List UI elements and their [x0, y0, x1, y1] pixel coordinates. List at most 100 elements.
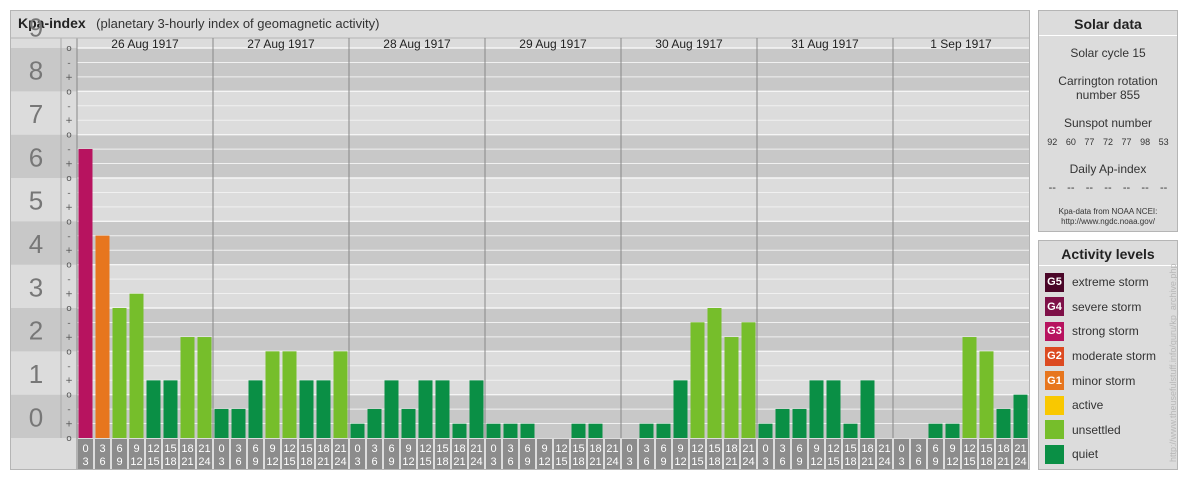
activity-levels-panel: Activity levels G5 extreme storm G4 severe …: [1038, 240, 1178, 470]
interval-start-label: 9: [677, 443, 683, 455]
kp-bar: [741, 322, 756, 438]
y-subtick-label: o: [66, 87, 72, 97]
interval-start-label: 21: [742, 443, 754, 455]
interval-start-label: 18: [589, 443, 601, 455]
interval-start-label: 12: [419, 443, 431, 455]
solar-cycle: Solar cycle 15: [1070, 46, 1146, 60]
activity-level-item: G5 extreme storm: [1039, 270, 1177, 295]
activity-level-label: unsettled: [1072, 422, 1121, 437]
interval-start-label: 15: [844, 443, 856, 455]
interval-end-label: 15: [419, 456, 431, 468]
activity-level-swatch: G5: [1045, 272, 1064, 292]
kp-bar: [299, 380, 314, 438]
y-subtick-label: +: [65, 203, 73, 213]
interval-end-label: 3: [490, 456, 496, 468]
interval-start-label: 21: [878, 443, 890, 455]
kp-bar: [520, 423, 535, 438]
activity-level-swatch: G1: [1045, 371, 1064, 391]
kp-bar: [1013, 394, 1028, 438]
interval-start-label: 12: [147, 443, 159, 455]
y-tick-label: 8: [29, 56, 43, 86]
kp-bar: [571, 423, 586, 438]
ap-index-value: --: [1085, 182, 1094, 194]
activity-level-swatch: [1045, 420, 1064, 440]
day-label: 30 Aug 1917: [655, 37, 723, 51]
sunspot-value: 60: [1065, 137, 1076, 147]
interval-end-label: 3: [82, 456, 88, 468]
y-subtick-label: o: [66, 391, 72, 401]
sunspot-value: 92: [1047, 137, 1058, 147]
y-subtick-label: o: [66, 217, 72, 227]
kp-bar: [486, 423, 501, 438]
day-label: 26 Aug 1917: [111, 37, 179, 51]
kp-bar: [469, 380, 484, 438]
y-subtick-label: +: [65, 376, 73, 386]
interval-start-label: 18: [453, 443, 465, 455]
interval-end-label: 9: [524, 456, 530, 468]
kp-bar: [384, 380, 399, 438]
kp-band: [11, 221, 1029, 265]
y-subtick-label: o: [66, 347, 72, 357]
interval-start-label: 0: [762, 443, 768, 455]
kp-bar: [690, 322, 705, 438]
kp-bar: [673, 380, 688, 438]
y-tick-label: 7: [29, 99, 43, 129]
interval-end-label: 12: [266, 456, 278, 468]
interval-end-label: 3: [762, 456, 768, 468]
kp-bar: [707, 308, 722, 438]
interval-start-label: 9: [541, 443, 547, 455]
interval-end-label: 9: [116, 456, 122, 468]
kp-bar: [350, 423, 365, 438]
interval-start-label: 3: [99, 443, 105, 455]
interval-end-label: 18: [572, 456, 584, 468]
y-subtick-label: -: [67, 318, 70, 328]
interval-start-label: 6: [660, 443, 666, 455]
kp-bar: [197, 337, 212, 438]
sunspot-values: 92 60 77 72 77 98 53: [1039, 137, 1177, 147]
day-label: 29 Aug 1917: [519, 37, 587, 51]
sunspot-value: 77: [1121, 137, 1132, 147]
interval-end-label: 18: [708, 456, 720, 468]
interval-start-label: 6: [252, 443, 258, 455]
day-label: 27 Aug 1917: [247, 37, 315, 51]
interval-end-label: 6: [371, 456, 377, 468]
interval-start-label: 0: [490, 443, 496, 455]
interval-start-label: 0: [898, 443, 904, 455]
interval-start-label: 21: [198, 443, 210, 455]
day-label: 1 Sep 1917: [930, 37, 992, 51]
kp-bar: [809, 380, 824, 438]
kp-bar: [163, 380, 178, 438]
kp-bar: [996, 408, 1011, 438]
kp-band: [11, 178, 1029, 222]
activity-level-item: G2 moderate storm: [1039, 344, 1177, 369]
y-subtick-label: +: [65, 116, 73, 126]
interval-start-label: 3: [643, 443, 649, 455]
kp-bar: [367, 408, 382, 438]
interval-end-label: 6: [235, 456, 241, 468]
activity-level-label: active: [1072, 398, 1104, 413]
y-subtick-label: +: [65, 333, 73, 343]
kp-band: [11, 134, 1029, 178]
y-subtick-label: -: [67, 145, 70, 155]
activity-level-swatch: [1045, 395, 1064, 415]
kp-bar: [146, 380, 161, 438]
interval-start-label: 6: [388, 443, 394, 455]
ap-index-value: --: [1141, 182, 1149, 194]
interval-start-label: 21: [334, 443, 346, 455]
interval-start-label: 9: [405, 443, 411, 455]
interval-start-label: 18: [181, 443, 193, 455]
solar-data-panel: Solar data Solar cycle 15 Carrington rot…: [1038, 10, 1178, 232]
interval-start-label: 9: [133, 443, 139, 455]
interval-end-label: 15: [147, 456, 159, 468]
ap-index-value: --: [1159, 182, 1168, 194]
interval-end-label: 21: [317, 456, 329, 468]
activity-level-item: unsettled: [1039, 418, 1177, 443]
kp-bar: [248, 380, 263, 438]
interval-start-label: 6: [116, 443, 122, 455]
solar-data-title: Solar data: [1039, 11, 1177, 36]
kp-bar: [435, 380, 450, 438]
interval-end-label: 18: [300, 456, 312, 468]
activity-level-label: quiet: [1072, 447, 1099, 462]
data-source: Kpa-data from NOAA NCEI: http://www.ngdc…: [1039, 207, 1177, 227]
ap-index-value: --: [1104, 182, 1112, 194]
